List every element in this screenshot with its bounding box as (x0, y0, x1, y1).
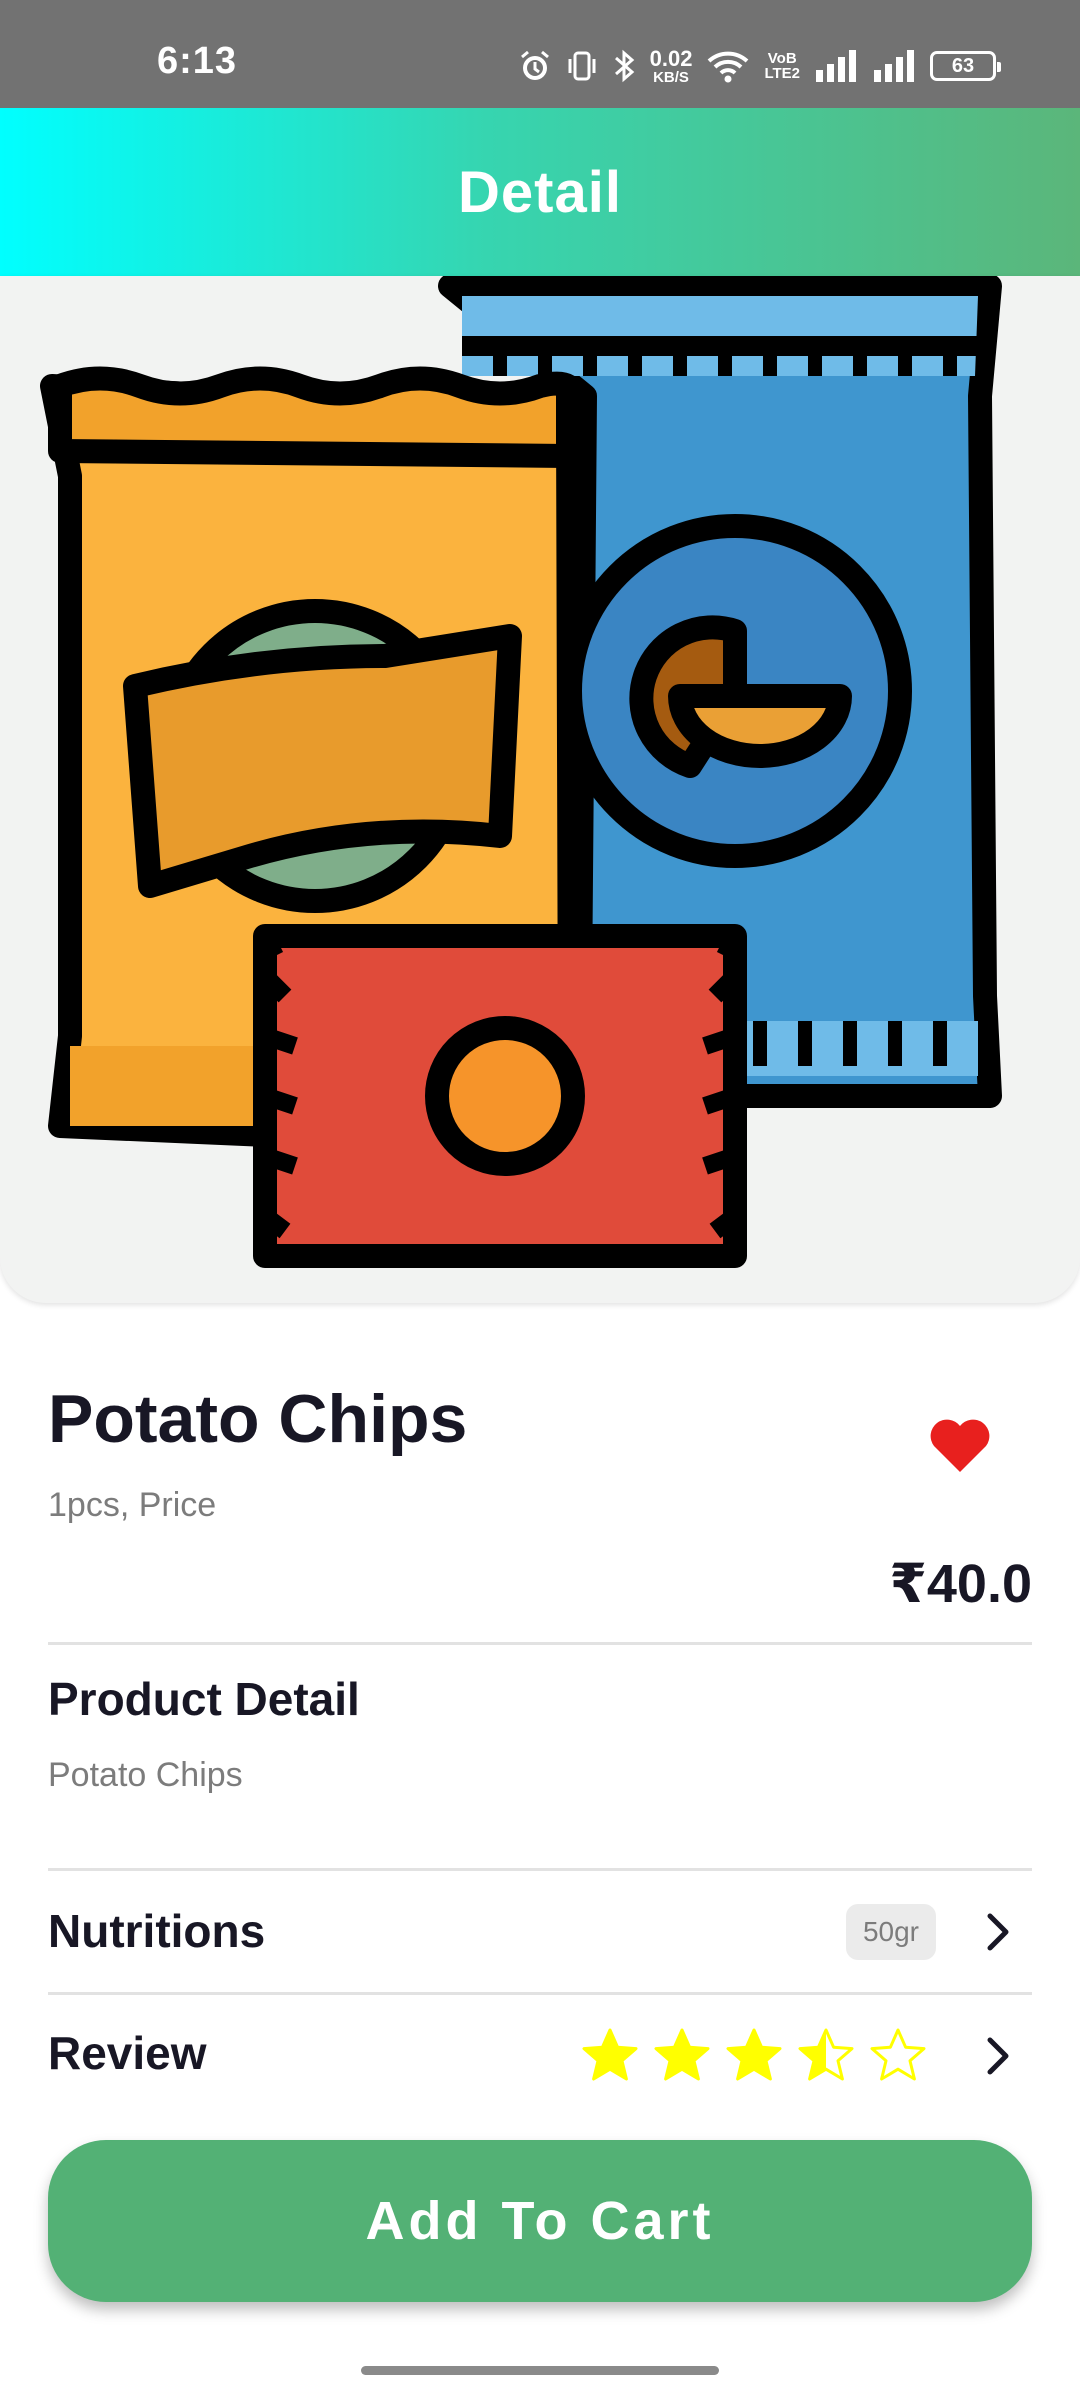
product-price: ₹40.0 (889, 1554, 1032, 1614)
battery-icon: 63 (930, 51, 1001, 81)
divider (48, 1642, 1032, 1645)
nutritions-label[interactable]: Nutritions (48, 1904, 265, 1958)
signal-icon (872, 44, 916, 88)
chevron-right-icon[interactable] (978, 1910, 1018, 1954)
home-indicator[interactable] (361, 2366, 719, 2375)
status-icons: 0.02 KB/S VoB LTE2 63 (518, 44, 1001, 88)
alarm-icon (518, 44, 552, 88)
net-speed-unit: KB/S (653, 68, 689, 86)
volte-top: VoB (767, 50, 797, 67)
review-label[interactable]: Review (48, 2026, 207, 2080)
star-empty-icon[interactable] (868, 2026, 928, 2086)
page-title: Detail (458, 159, 622, 225)
chevron-right-icon[interactable] (978, 2034, 1018, 2078)
volte-indicator: VoB LTE2 (764, 51, 800, 81)
star-full-icon[interactable] (652, 2026, 712, 2086)
net-speed: 0.02 KB/S (649, 45, 693, 86)
vibrate-icon (566, 44, 598, 88)
signal-icon (814, 44, 858, 88)
net-speed-value: 0.02 (649, 45, 693, 71)
star-half-icon[interactable] (796, 2026, 856, 2086)
add-to-cart-button[interactable]: Add To Cart (48, 2140, 1032, 2302)
chips-packets-illustration (40, 276, 1002, 1268)
product-name: Potato Chips (48, 1381, 468, 1457)
app-header: Detail (0, 108, 1080, 276)
product-detail-text: Potato Chips (48, 1756, 243, 1794)
volte-bottom: LTE2 (764, 65, 800, 82)
review-stars[interactable] (580, 2026, 928, 2086)
star-full-icon[interactable] (724, 2026, 784, 2086)
product-detail-title[interactable]: Product Detail (48, 1672, 360, 1726)
star-full-icon[interactable] (580, 2026, 640, 2086)
wifi-icon (706, 44, 750, 88)
divider (48, 1868, 1032, 1871)
status-time: 6:13 (157, 40, 238, 82)
heart-icon[interactable] (928, 1418, 992, 1474)
nutritions-badge: 50gr (846, 1904, 936, 1960)
product-subtitle: 1pcs, Price (48, 1486, 217, 1524)
status-bar: 6:13 0.02 KB/S VoB LTE2 63 (0, 0, 1080, 108)
divider (48, 1992, 1032, 1995)
product-image (0, 276, 1080, 1303)
bluetooth-icon (612, 44, 636, 88)
